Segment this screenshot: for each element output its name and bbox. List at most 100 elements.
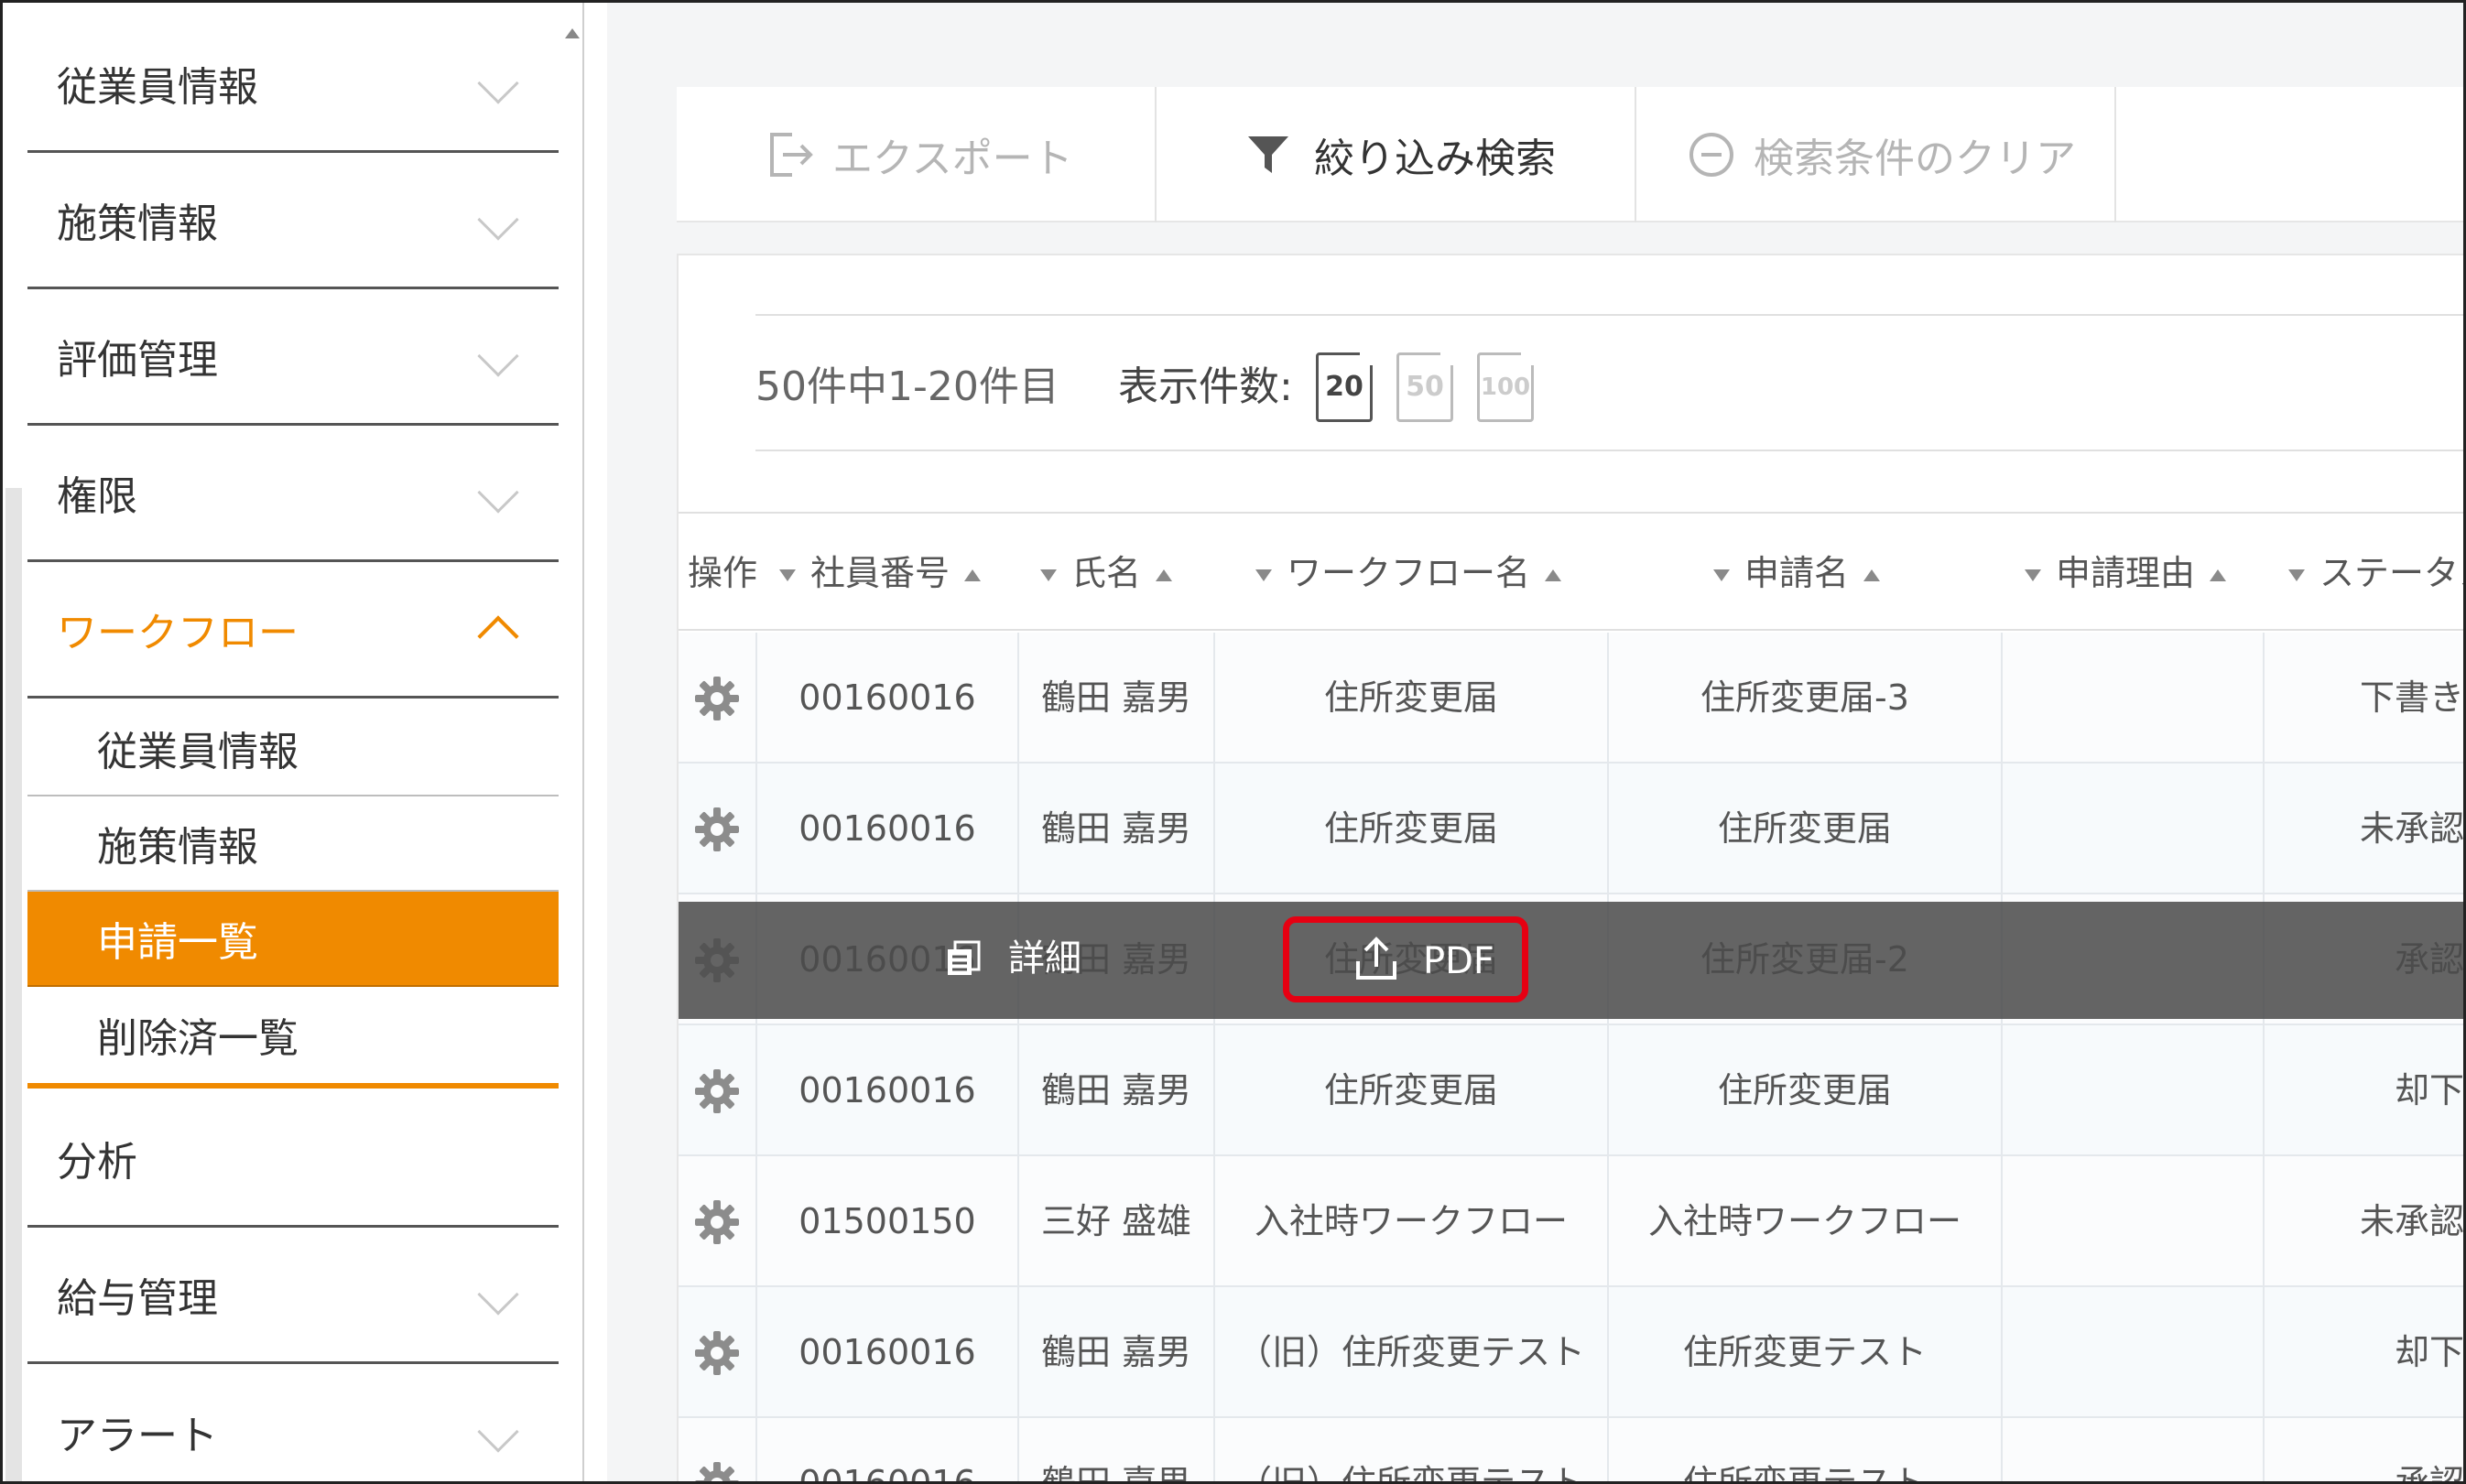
status-cell: 未承認 — [2263, 1156, 2463, 1287]
name-cell: 鶴田 嘉男 — [1017, 764, 1213, 894]
gear-icon[interactable] — [693, 1198, 741, 1246]
gear-icon[interactable] — [693, 675, 741, 722]
pdf-export-button[interactable]: PDF — [1283, 916, 1528, 1002]
employee-number-cell: 00160016 — [755, 764, 1017, 894]
sidebar-item-label: 評価管理 — [57, 336, 218, 384]
sort-asc-icon[interactable] — [2210, 569, 2227, 581]
table-row[interactable]: 00160016 鶴田 嘉男 （旧）住所変更テスト 住所変更テスト 却下 — [679, 1287, 2463, 1418]
sidebar-item-measures[interactable]: 施策情報 — [27, 152, 559, 289]
column-header-workflow-name[interactable]: ワークフロー名 — [1255, 514, 1562, 633]
application-name-cell: 住所変更届 — [1607, 1025, 2001, 1156]
sort-asc-icon[interactable] — [964, 569, 982, 581]
sidebar-item-label: 分析 — [57, 1138, 137, 1186]
sidebar-item-workflow[interactable]: ワークフロー — [27, 561, 559, 699]
table-row[interactable]: 00160016 鶴田 嘉男 （旧）住所変更テスト 住所変更テスト 承認 — [679, 1418, 2463, 1484]
name-cell: 鶴田 嘉男 — [1017, 1287, 1213, 1418]
per-page-50-button[interactable]: 50 — [1396, 352, 1453, 422]
column-header-name[interactable]: 氏名 — [1040, 514, 1173, 633]
row-actions-cell[interactable] — [679, 1156, 755, 1287]
table-row[interactable]: 00160016 鶴田 嘉男 住所変更届 住所変更届 却下 — [679, 1025, 2463, 1156]
detail-label: 詳細 — [1008, 937, 1081, 980]
employee-number-cell: 00160016 — [755, 633, 1017, 764]
row-actions-cell[interactable] — [679, 1418, 755, 1484]
clear-conditions-label: 検索条件のクリア — [1754, 135, 2076, 182]
chevron-down-icon — [477, 334, 519, 377]
sort-asc-icon[interactable] — [1156, 569, 1173, 581]
results-panel: 50件中1-20件目 表示件数: 20 50 100 操作 社員番号 氏名 ワー… — [677, 254, 2463, 1484]
gear-icon[interactable] — [693, 1460, 741, 1484]
pagination-bar: 50件中1-20件目 表示件数: 20 50 100 — [755, 314, 2463, 451]
row-actions-cell[interactable] — [679, 1287, 755, 1418]
row-actions-cell[interactable] — [679, 1025, 755, 1156]
sidebar-item-analytics[interactable]: 分析 — [27, 1090, 559, 1228]
sort-asc-icon[interactable] — [1863, 569, 1881, 581]
row-actions-cell[interactable] — [679, 764, 755, 894]
filter-search-button[interactable]: 絞り込み検索 — [1157, 87, 1636, 222]
sidebar-item-label: アラート — [57, 1413, 218, 1459]
sidebar: 従業員情報 施策情報 評価管理 権限 ワークフロー 従業員情報 施策情報 申請一… — [3, 3, 584, 1481]
sort-desc-icon[interactable] — [1040, 569, 1057, 581]
sort-asc-icon[interactable] — [1545, 569, 1562, 581]
sidebar-item-evaluation[interactable]: 評価管理 — [27, 288, 559, 426]
table-row[interactable]: 00160016 鶴田 嘉男 住所変更届 住所変更届-3 下書き — [679, 633, 2463, 764]
result-count: 50件中1-20件目 — [755, 363, 1059, 410]
workflow-name-cell: （旧）住所変更テスト — [1213, 1287, 1607, 1418]
sidebar-item-label: ワークフロー — [57, 609, 299, 656]
reason-cell — [2001, 1156, 2263, 1287]
sidebar-subitem-label: 申請一覧 — [97, 919, 258, 966]
sidebar-item-label: 給与管理 — [57, 1274, 218, 1322]
name-cell: 鶴田 嘉男 — [1017, 633, 1213, 764]
sort-desc-icon[interactable] — [2025, 569, 2041, 581]
sidebar-subitem-application-list[interactable]: 申請一覧 — [27, 892, 559, 987]
app-window: 従業員情報 施策情報 評価管理 権限 ワークフロー 従業員情報 施策情報 申請一… — [0, 0, 2466, 1484]
application-name-cell: 入社時ワークフロー — [1607, 1156, 2001, 1287]
workflow-name-cell: 入社時ワークフロー — [1213, 1156, 1607, 1287]
export-button[interactable]: エクスポート — [677, 87, 1157, 222]
name-cell: 鶴田 嘉男 — [1017, 1418, 1213, 1481]
column-header-reason[interactable]: 申請理由 — [2025, 514, 2227, 633]
sort-desc-icon[interactable] — [779, 569, 796, 581]
sort-desc-icon[interactable] — [2288, 569, 2305, 581]
table-row[interactable]: 00160016 鶴田 嘉男 住所変更届 住所変更届 未承認 — [679, 764, 2463, 894]
gear-icon[interactable] — [693, 1067, 741, 1115]
name-cell: 鶴田 嘉男 — [1017, 1025, 1213, 1156]
sidebar-subitem-measures[interactable]: 施策情報 — [27, 796, 559, 892]
row-actions-cell[interactable] — [679, 633, 755, 764]
application-name-cell: 住所変更届 — [1607, 764, 2001, 894]
employee-number-cell: 00160016 — [755, 1287, 1017, 1418]
sidebar-scrollbar[interactable] — [559, 3, 584, 1481]
sidebar-item-alert[interactable]: アラート — [27, 1363, 559, 1481]
scroll-up-arrow-icon[interactable] — [565, 28, 580, 38]
upload-icon — [1356, 937, 1396, 980]
sidebar-subitem-employee-info[interactable]: 従業員情報 — [27, 701, 559, 796]
chevron-down-icon — [477, 198, 519, 241]
per-page-20-button[interactable]: 20 — [1316, 352, 1373, 422]
sort-desc-icon[interactable] — [1713, 569, 1730, 581]
clear-conditions-button[interactable]: 検索条件のクリア — [1636, 87, 2116, 222]
column-header-application-name[interactable]: 申請名 — [1713, 514, 1881, 633]
chevron-down-icon — [477, 1411, 519, 1453]
employee-number-cell: 00160016 — [755, 1418, 1017, 1481]
workflow-group-divider — [27, 1083, 559, 1089]
reason-cell — [2001, 633, 2263, 764]
sidebar-edge — [5, 488, 22, 1481]
per-page-100-button[interactable]: 100 — [1477, 352, 1534, 422]
export-icon — [770, 133, 813, 177]
status-cell: 却下 — [2263, 1287, 2463, 1418]
gear-icon[interactable] — [693, 806, 741, 853]
status-cell: 下書き — [2263, 633, 2463, 764]
sidebar-subitem-label: 削除済一覧 — [97, 1015, 299, 1062]
sort-desc-icon[interactable] — [1255, 569, 1272, 581]
gear-icon[interactable] — [693, 1329, 741, 1377]
column-header-employee-number[interactable]: 社員番号 — [779, 514, 982, 633]
table-row[interactable]: 01500150 三好 盛雄 入社時ワークフロー 入社時ワークフロー 未承認 — [679, 1156, 2463, 1287]
workflow-name-cell: 住所変更届 — [1213, 633, 1607, 764]
sidebar-item-payroll[interactable]: 給与管理 — [27, 1227, 559, 1364]
workflow-name-cell: 住所変更届 — [1213, 764, 1607, 894]
sidebar-subitem-label: 施策情報 — [97, 824, 258, 871]
sidebar-item-permissions[interactable]: 権限 — [27, 425, 559, 562]
sidebar-subitem-deleted-list[interactable]: 削除済一覧 — [27, 987, 559, 1082]
per-page-label: 表示件数: — [1118, 363, 1293, 410]
column-header-status[interactable]: ステータス — [2288, 514, 2463, 633]
sidebar-item-employee-info[interactable]: 従業員情報 — [27, 16, 559, 153]
